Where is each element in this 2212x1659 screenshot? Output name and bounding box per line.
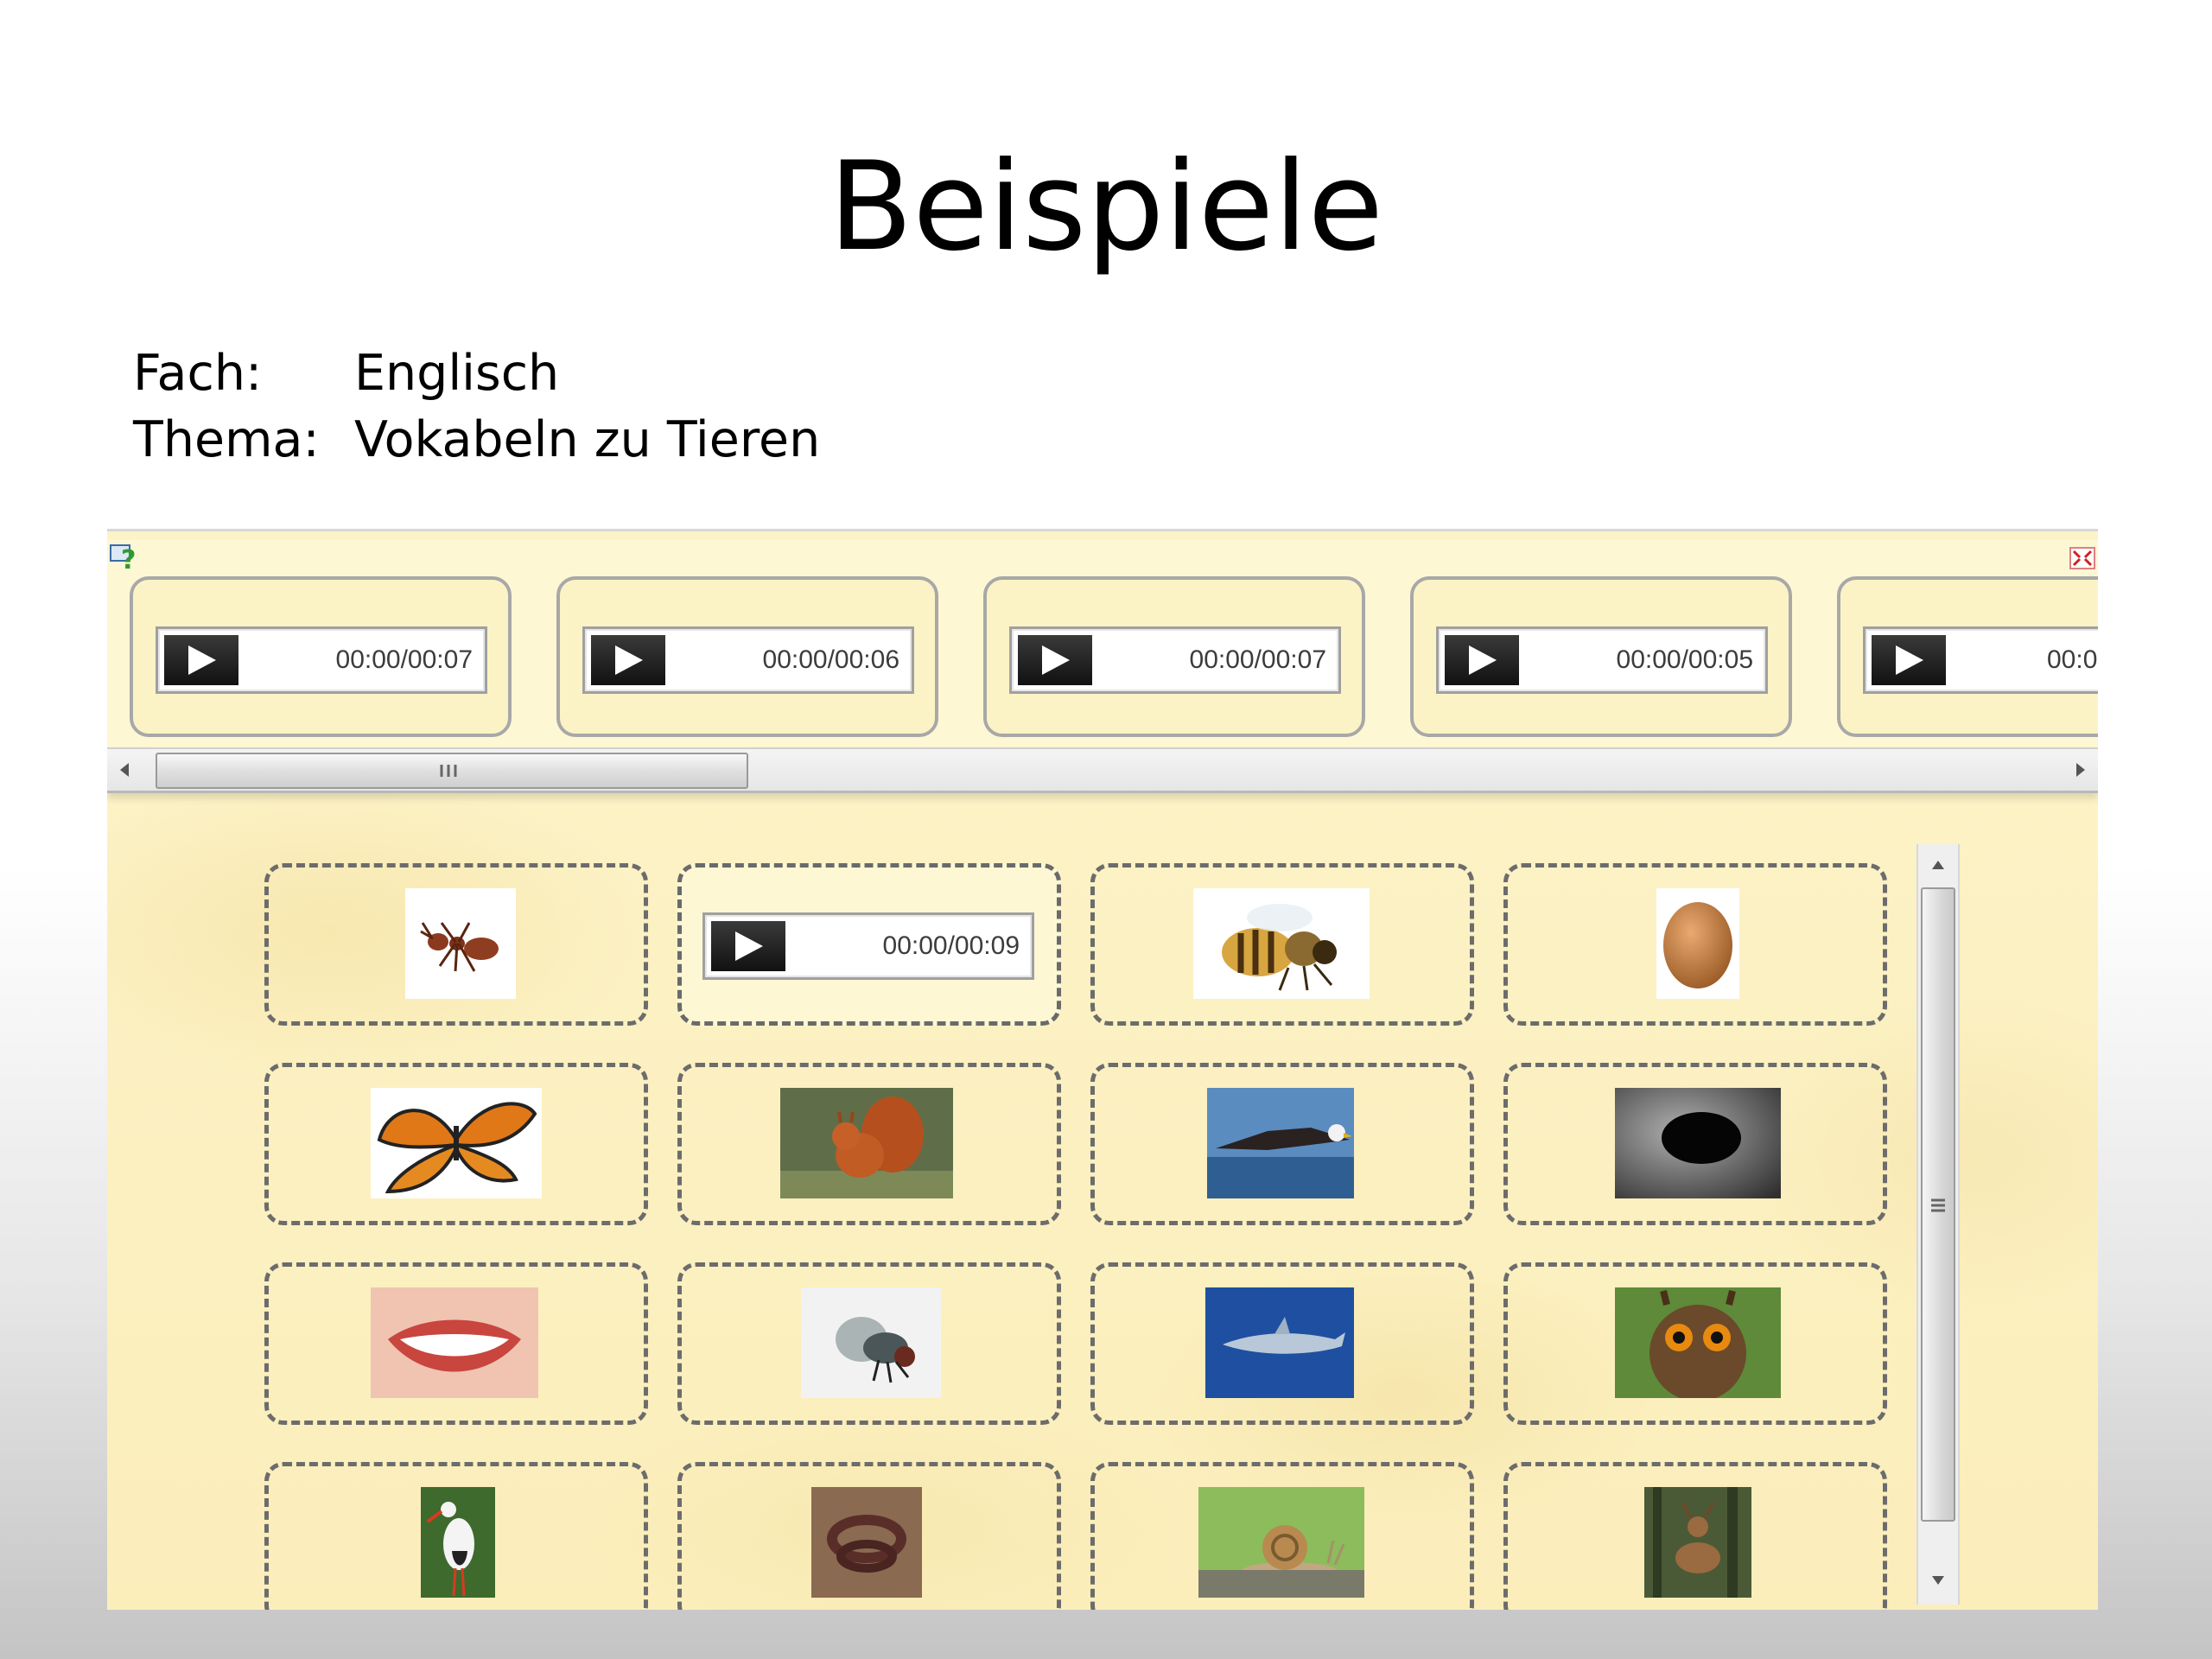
- play-button[interactable]: [591, 635, 665, 685]
- scroll-up-icon[interactable]: [1929, 856, 1948, 874]
- slide-title: Beispiele: [829, 136, 1383, 278]
- audio-card[interactable]: 00:00/00:07: [983, 576, 1365, 737]
- horizontal-scroll-thumb[interactable]: [156, 753, 748, 789]
- drop-zone[interactable]: [264, 1462, 648, 1610]
- vertical-scrollbar[interactable]: [1916, 844, 1960, 1605]
- drop-zone[interactable]: [677, 1262, 1061, 1425]
- play-icon: [1042, 645, 1070, 675]
- stork-image[interactable]: [421, 1487, 495, 1598]
- audio-player[interactable]: 00:00/00:07: [156, 626, 487, 694]
- audio-time: 00:00/00:06: [762, 645, 899, 674]
- owl-image[interactable]: [1615, 1287, 1781, 1398]
- audio-card[interactable]: 00:0: [1837, 576, 2098, 737]
- drop-zone-with-audio[interactable]: 00:00/00:09: [677, 863, 1061, 1026]
- eagle-image[interactable]: [1207, 1088, 1354, 1198]
- play-icon: [1896, 645, 1923, 675]
- drop-zone[interactable]: [1090, 1262, 1474, 1425]
- audio-card[interactable]: 00:00/00:06: [556, 576, 938, 737]
- horizontal-scrollbar[interactable]: [107, 747, 2098, 793]
- audio-time: 00:00/00:07: [335, 645, 473, 674]
- drop-zone[interactable]: [264, 1063, 648, 1225]
- play-button[interactable]: [1445, 635, 1519, 685]
- scroll-right-icon[interactable]: [2070, 760, 2089, 780]
- audio-player[interactable]: 00:0: [1863, 626, 2098, 694]
- audio-player[interactable]: 00:00/00:07: [1009, 626, 1341, 694]
- topic-value: Vokabeln zu Tieren: [354, 411, 821, 468]
- hole-image[interactable]: [1615, 1088, 1781, 1198]
- butterfly-image[interactable]: [371, 1088, 542, 1198]
- shark-image[interactable]: [1205, 1287, 1354, 1398]
- subject-value: Englisch: [354, 345, 560, 402]
- grip-icon: [1931, 1198, 1945, 1212]
- scroll-down-icon[interactable]: [1929, 1572, 1948, 1589]
- squirrel-image[interactable]: [780, 1088, 953, 1198]
- help-icon[interactable]: ?: [109, 540, 140, 571]
- close-icon[interactable]: [2067, 545, 2098, 571]
- play-button[interactable]: [164, 635, 238, 685]
- subject-label: Fach:: [133, 345, 263, 402]
- play-button[interactable]: [1018, 635, 1092, 685]
- deer-image[interactable]: [1644, 1487, 1751, 1598]
- audio-strip[interactable]: 00:00/00:07 00:00/00:06 00:00/00:07 00:0…: [107, 540, 2098, 747]
- play-icon: [1469, 645, 1497, 675]
- drop-zone[interactable]: [677, 1063, 1061, 1225]
- audio-card[interactable]: 00:00/00:05: [1410, 576, 1792, 737]
- play-button[interactable]: [711, 921, 785, 971]
- ant-image[interactable]: [405, 888, 516, 999]
- bee-image[interactable]: [1193, 888, 1370, 999]
- vertical-scroll-thumb[interactable]: [1921, 887, 1955, 1522]
- audio-time: 00:00/00:07: [1189, 645, 1326, 674]
- play-icon: [735, 931, 763, 961]
- grip-icon: [440, 765, 457, 777]
- snake-image[interactable]: [811, 1487, 922, 1598]
- drop-zone[interactable]: [264, 1262, 648, 1425]
- drop-zone[interactable]: [264, 863, 648, 1026]
- drop-zone[interactable]: [1503, 1462, 1887, 1610]
- egg-image[interactable]: [1656, 888, 1739, 999]
- play-button[interactable]: [1872, 635, 1946, 685]
- snail-image[interactable]: [1198, 1487, 1364, 1598]
- topic-label: Thema:: [133, 411, 320, 468]
- audio-time: 00:00/00:09: [882, 931, 1020, 960]
- audio-player[interactable]: 00:00/00:09: [702, 912, 1034, 980]
- matching-app-panel: 00:00/00:07 00:00/00:06 00:00/00:07 00:0…: [107, 529, 2098, 1610]
- audio-time: 00:0: [2047, 645, 2098, 674]
- scroll-left-icon[interactable]: [116, 760, 135, 780]
- fly-image[interactable]: [801, 1287, 941, 1398]
- audio-time: 00:00/00:05: [1616, 645, 1753, 674]
- drop-zone[interactable]: [1090, 1063, 1474, 1225]
- drop-zone[interactable]: [1090, 1462, 1474, 1610]
- drop-zone[interactable]: [1503, 863, 1887, 1026]
- drop-zone[interactable]: [1503, 1063, 1887, 1225]
- drop-zone[interactable]: [1090, 863, 1474, 1026]
- audio-player[interactable]: 00:00/00:06: [582, 626, 914, 694]
- drop-zone[interactable]: [677, 1462, 1061, 1610]
- audio-card[interactable]: 00:00/00:07: [130, 576, 512, 737]
- audio-player[interactable]: 00:00/00:05: [1436, 626, 1768, 694]
- play-icon: [615, 645, 643, 675]
- svg-text:?: ?: [121, 545, 136, 571]
- play-icon: [188, 645, 216, 675]
- drop-zone[interactable]: [1503, 1262, 1887, 1425]
- mouth-image[interactable]: [371, 1287, 538, 1398]
